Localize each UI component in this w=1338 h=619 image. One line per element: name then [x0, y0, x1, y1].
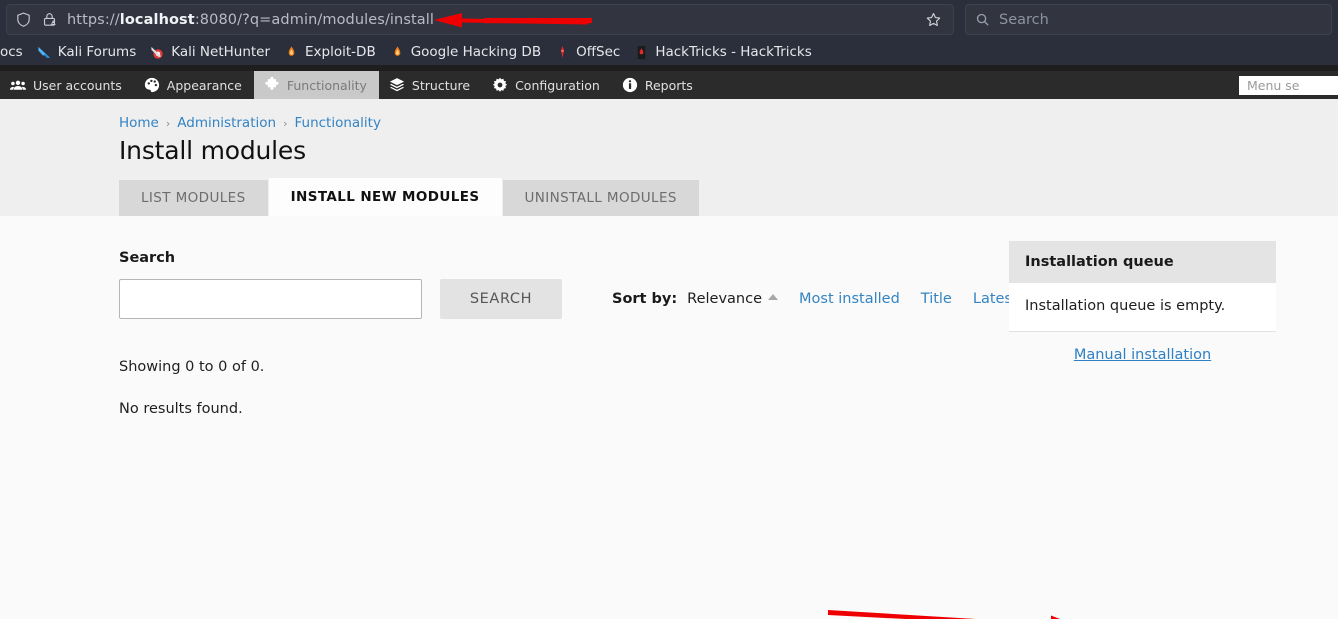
breadcrumb: Home › Administration › Functionality	[119, 115, 1276, 131]
toolbar-item-label: Functionality	[286, 77, 367, 93]
browser-chrome: https://localhost:8080/?q=admin/modules/…	[0, 0, 1338, 71]
sort-option-most-installed[interactable]: Most installed	[799, 291, 900, 307]
url-text: https://localhost:8080/?q=admin/modules/…	[67, 11, 435, 28]
toolbar-item-label: Configuration	[515, 77, 600, 93]
puzzle-piece-icon	[264, 77, 280, 93]
browser-search-placeholder: Search	[999, 11, 1049, 28]
search-icon	[975, 12, 990, 27]
toolbar-item-functionality[interactable]: Functionality	[253, 71, 379, 99]
bookmark-hacktricks[interactable]: HackTricks - HackTricks	[627, 42, 818, 62]
breadcrumb-separator: ›	[283, 116, 288, 130]
page-body: Home › Administration › Functionality In…	[0, 99, 1338, 619]
module-tabs: LIST MODULES INSTALL NEW MODULES UNINSTA…	[119, 177, 699, 216]
browser-search-box[interactable]: Search	[965, 4, 1332, 35]
star-icon[interactable]	[921, 8, 945, 32]
gear-icon	[492, 77, 508, 93]
tab-list-modules[interactable]: LIST MODULES	[119, 179, 268, 216]
sort-option-relevance[interactable]: Relevance	[687, 291, 779, 307]
sort-option-label: Relevance	[687, 291, 763, 307]
bookmark-docs[interactable]: ocs	[0, 42, 30, 62]
toolbar-item-structure[interactable]: Structure	[379, 71, 482, 99]
installation-queue-body: Installation queue is empty.	[1025, 298, 1226, 314]
bookmark-label: Google Hacking DB	[410, 44, 542, 60]
bookmark-exploit-db[interactable]: Exploit-DB	[277, 42, 383, 62]
bookmark-google-hacking-db[interactable]: Google Hacking DB	[383, 42, 548, 62]
search-button[interactable]: SEARCH	[440, 279, 562, 319]
palette-icon	[144, 77, 160, 93]
tab-uninstall-modules[interactable]: UNINSTALL MODULES	[502, 179, 699, 216]
toolbar-item-appearance[interactable]: Appearance	[134, 71, 254, 99]
kali-nethunter-icon	[150, 45, 165, 60]
manual-installation-wrapper: Manual installation	[1009, 344, 1276, 363]
toolbar-item-configuration[interactable]: Configuration	[482, 71, 612, 99]
admin-toolbar: User accounts Appearance Functionality S…	[0, 71, 1338, 99]
kali-forums-icon	[37, 45, 52, 60]
toolbar-item-label: Appearance	[166, 77, 242, 93]
sort-label: Sort by:	[612, 291, 678, 307]
offsec-icon	[555, 45, 570, 60]
layers-icon	[389, 77, 405, 93]
installation-queue-panel: Installation queue Installation queue is…	[1009, 241, 1276, 332]
tab-install-new-modules[interactable]: INSTALL NEW MODULES	[268, 177, 502, 216]
caret-up-icon	[768, 294, 779, 300]
bookmark-label: ocs	[0, 44, 23, 60]
no-results-message: No results found.	[119, 401, 243, 417]
breadcrumb-item-home[interactable]: Home	[119, 115, 159, 131]
shield-icon[interactable]	[15, 11, 32, 28]
breadcrumb-item-functionality[interactable]: Functionality	[294, 115, 380, 131]
page-title: Install modules	[119, 136, 306, 165]
lock-warning-icon[interactable]	[41, 11, 58, 28]
bookmark-kali-nethunter[interactable]: Kali NetHunter	[143, 42, 277, 62]
menu-search-placeholder: Menu se	[1247, 78, 1300, 93]
breadcrumb-item-administration[interactable]: Administration	[177, 115, 276, 131]
bookmark-label: Kali NetHunter	[171, 44, 271, 60]
manual-installation-link[interactable]: Manual installation	[1074, 347, 1211, 363]
bookmark-label: Exploit-DB	[305, 44, 376, 60]
bookmarks-bar: ocs Kali Forums Kali NetHunter Exploit-D…	[0, 39, 1338, 65]
installation-queue-header: Installation queue	[1009, 241, 1276, 283]
annotation-arrow-manual	[828, 610, 1060, 619]
exploit-db-icon	[284, 45, 299, 60]
toolbar-item-reports[interactable]: Reports	[612, 71, 705, 99]
bookmark-offsec[interactable]: OffSec	[548, 42, 627, 62]
bookmark-label: HackTricks - HackTricks	[655, 44, 812, 60]
people-icon	[10, 77, 26, 93]
toolbar-item-label: Reports	[644, 77, 693, 93]
sort-option-title[interactable]: Title	[921, 291, 952, 307]
toolbar-item-label: User accounts	[33, 77, 122, 93]
toolbar-item-user-accounts[interactable]: User accounts	[0, 71, 134, 99]
url-address-bar[interactable]: https://localhost:8080/?q=admin/modules/…	[6, 4, 954, 35]
toolbar-item-label: Structure	[411, 77, 471, 93]
page-header: Home › Administration › Functionality In…	[0, 99, 1338, 216]
breadcrumb-separator: ›	[165, 116, 171, 130]
info-circle-icon	[622, 77, 638, 93]
browser-urlbar-row: https://localhost:8080/?q=admin/modules/…	[0, 0, 1338, 39]
bookmark-label: Kali Forums	[57, 44, 137, 60]
bookmark-kali-forums[interactable]: Kali Forums	[30, 42, 144, 62]
menu-search-input[interactable]: Menu se	[1239, 76, 1338, 95]
google-hacking-db-icon	[390, 45, 405, 60]
bookmark-label: OffSec	[576, 44, 621, 60]
search-input[interactable]	[119, 279, 422, 319]
hacktricks-icon	[634, 45, 649, 60]
